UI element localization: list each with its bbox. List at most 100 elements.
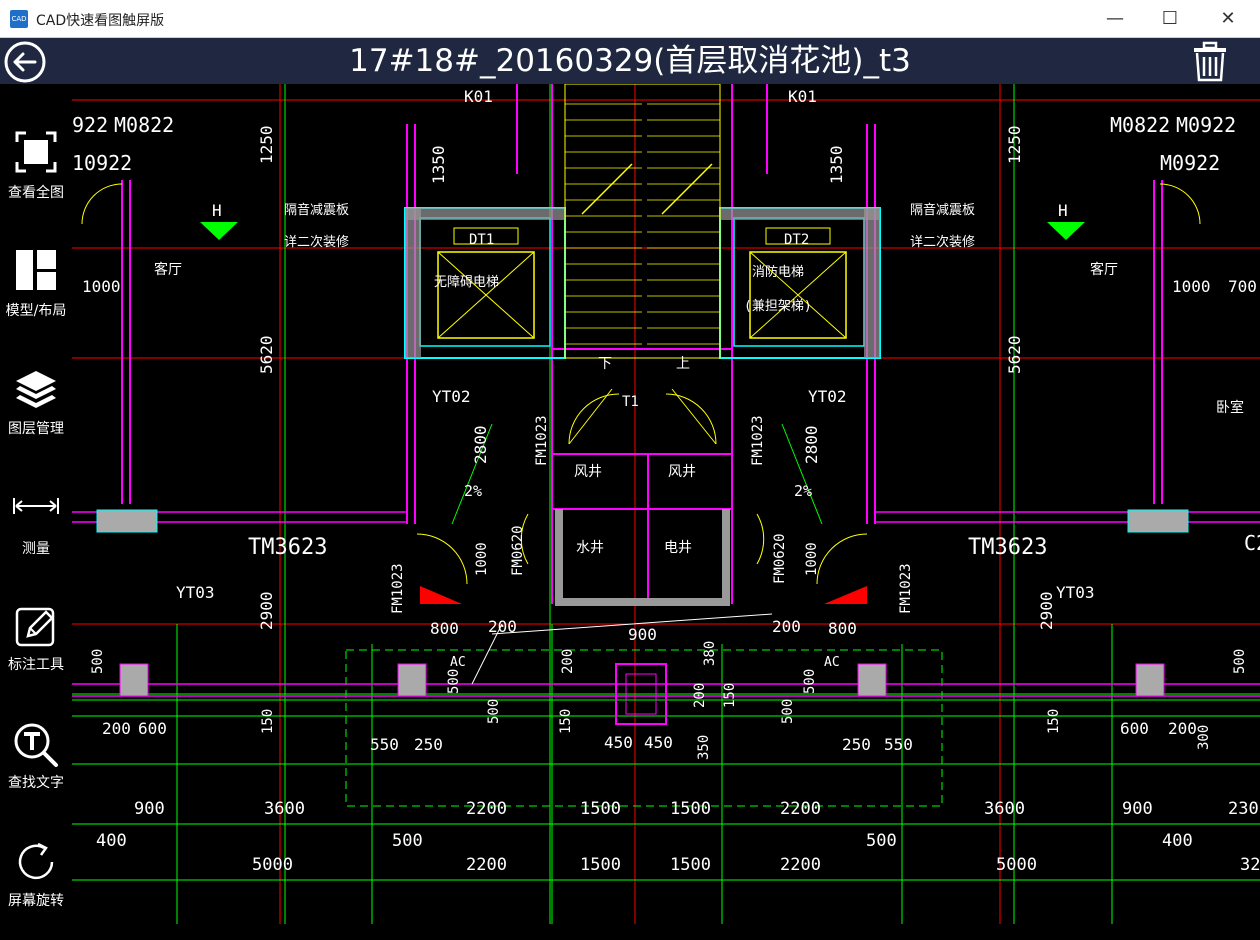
svg-text:500: 500 xyxy=(446,669,462,694)
svg-text:400: 400 xyxy=(96,831,127,851)
svg-text:隔音减震板: 隔音减震板 xyxy=(284,202,349,218)
svg-text:500: 500 xyxy=(392,831,423,851)
svg-text:无障碍电梯: 无障碍电梯 xyxy=(434,275,499,290)
svg-text:风井: 风井 xyxy=(668,464,696,480)
svg-text:922: 922 xyxy=(72,113,108,137)
svg-text:200: 200 xyxy=(488,617,517,636)
svg-text:500: 500 xyxy=(866,831,897,851)
svg-text:2200: 2200 xyxy=(466,855,507,875)
window-title: CAD快速看图触屏版 xyxy=(36,13,165,29)
svg-text:150: 150 xyxy=(558,709,574,734)
svg-text:1350: 1350 xyxy=(827,145,846,184)
svg-text:250: 250 xyxy=(842,735,871,754)
svg-text:2900: 2900 xyxy=(1037,591,1056,630)
svg-text:上: 上 xyxy=(676,356,690,372)
svg-text:M0922: M0922 xyxy=(1176,113,1236,137)
svg-text:200: 200 xyxy=(102,719,131,738)
measure-icon xyxy=(13,498,59,514)
drawing-labels: K01 K01 922 M0822 10922 M0822 M0922 M092… xyxy=(72,87,1260,670)
model-layout-button[interactable]: 模型/布局 xyxy=(0,248,72,348)
svg-text:FM1023: FM1023 xyxy=(390,563,406,614)
fit-view-icon xyxy=(15,131,57,173)
measure-button[interactable]: 测量 xyxy=(0,496,72,596)
svg-text:3600: 3600 xyxy=(264,799,305,819)
tool-sidebar: 查看全图 模型/布局 图层管理 测量 标注工具 查找文字 屏幕旋转 xyxy=(0,84,72,924)
svg-text:2800: 2800 xyxy=(802,425,821,464)
svg-text:500: 500 xyxy=(802,669,818,694)
svg-text:230: 230 xyxy=(1228,799,1259,819)
svg-text:M0922: M0922 xyxy=(1160,151,1220,175)
find-text-label: 查找文字 xyxy=(8,775,64,791)
svg-text:C2: C2 xyxy=(1244,531,1260,555)
svg-text:450: 450 xyxy=(644,733,673,752)
svg-text:600: 600 xyxy=(1120,719,1149,738)
svg-text:550: 550 xyxy=(370,735,399,754)
svg-text:K01: K01 xyxy=(464,87,493,106)
minimize-button[interactable]: — xyxy=(1086,0,1144,38)
svg-text:1000: 1000 xyxy=(474,542,490,576)
svg-text:TM3623: TM3623 xyxy=(248,535,327,560)
svg-text:1000: 1000 xyxy=(804,542,820,576)
svg-text:客厅: 客厅 xyxy=(1090,261,1118,278)
svg-text:5000: 5000 xyxy=(252,855,293,875)
maximize-button[interactable]: ☐ xyxy=(1141,0,1199,38)
svg-text:下: 下 xyxy=(598,356,612,372)
svg-text:YT03: YT03 xyxy=(1056,583,1095,602)
annotate-icon xyxy=(15,607,55,647)
find-text-button[interactable]: 查找文字 xyxy=(0,722,72,822)
svg-text:YT03: YT03 xyxy=(176,583,215,602)
fit-view-button[interactable]: 查看全图 xyxy=(0,130,72,230)
svg-text:500: 500 xyxy=(780,699,796,724)
layer-manager-label: 图层管理 xyxy=(8,421,64,437)
svg-text:1250: 1250 xyxy=(1005,125,1024,164)
svg-text:消防电梯: 消防电梯 xyxy=(752,264,804,280)
svg-text:K01: K01 xyxy=(788,87,817,106)
svg-text:450: 450 xyxy=(604,733,633,752)
trash-icon xyxy=(1194,41,1226,82)
cad-drawing-canvas[interactable]: K01 K01 922 M0822 10922 M0822 M0922 M092… xyxy=(72,84,1260,924)
svg-text:5000: 5000 xyxy=(996,855,1037,875)
svg-text:10922: 10922 xyxy=(72,151,132,175)
svg-text:客厅: 客厅 xyxy=(154,261,182,278)
svg-text:M0822: M0822 xyxy=(114,113,174,137)
svg-text:TM3623: TM3623 xyxy=(968,535,1047,560)
svg-text:1000: 1000 xyxy=(1172,277,1211,296)
close-button[interactable]: ✕ xyxy=(1199,0,1257,38)
svg-text:1500: 1500 xyxy=(670,799,711,819)
rotate-screen-button[interactable]: 屏幕旋转 xyxy=(0,840,72,940)
svg-text:隔音减震板: 隔音减震板 xyxy=(910,202,975,218)
rotate-screen-icon xyxy=(18,842,54,880)
svg-text:500: 500 xyxy=(1232,649,1248,674)
svg-text:550: 550 xyxy=(884,735,913,754)
back-arrow-icon xyxy=(4,41,46,83)
layers-icon xyxy=(16,371,56,408)
svg-text:800: 800 xyxy=(430,619,459,638)
svg-text:900: 900 xyxy=(628,625,657,644)
delete-button[interactable] xyxy=(1188,40,1232,84)
model-layout-label: 模型/布局 xyxy=(5,303,67,319)
back-button[interactable] xyxy=(4,41,46,83)
cad-drawing: K01 K01 922 M0822 10922 M0822 M0922 M092… xyxy=(72,84,1260,924)
svg-text:AC: AC xyxy=(824,655,840,670)
svg-text:2200: 2200 xyxy=(780,855,821,875)
svg-text:FM1023: FM1023 xyxy=(750,415,766,466)
layout-icon xyxy=(16,250,56,290)
svg-text:3600: 3600 xyxy=(984,799,1025,819)
svg-text:YT02: YT02 xyxy=(808,387,847,406)
layer-manager-button[interactable]: 图层管理 xyxy=(0,368,72,468)
svg-text:2200: 2200 xyxy=(466,799,507,819)
svg-text:DT2: DT2 xyxy=(784,232,809,248)
fit-view-label: 查看全图 xyxy=(8,185,64,201)
svg-text:(兼担架梯): (兼担架梯) xyxy=(744,299,812,314)
svg-text:32: 32 xyxy=(1240,855,1260,875)
svg-text:H: H xyxy=(212,201,222,220)
svg-text:FM1023: FM1023 xyxy=(534,415,550,466)
svg-text:700: 700 xyxy=(1228,277,1257,296)
svg-text:200: 200 xyxy=(560,649,576,674)
svg-text:1000: 1000 xyxy=(82,277,121,296)
slope-arrows xyxy=(451,423,823,685)
svg-text:200: 200 xyxy=(772,617,801,636)
svg-text:900: 900 xyxy=(134,799,165,819)
svg-text:水井: 水井 xyxy=(576,540,604,556)
annotate-tool-button[interactable]: 标注工具 xyxy=(0,604,72,704)
